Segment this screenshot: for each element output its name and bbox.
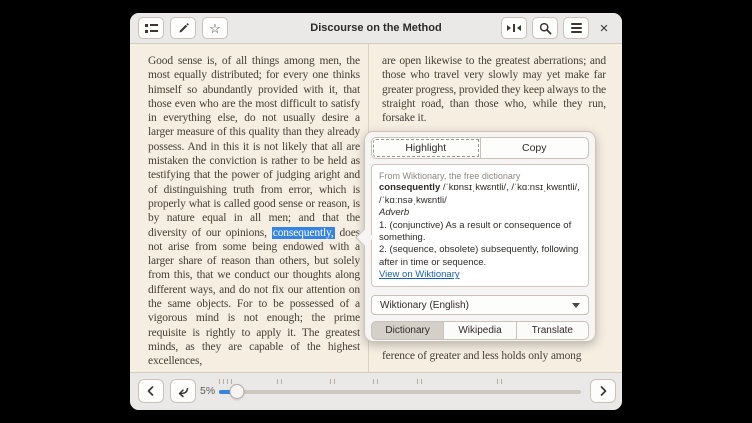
selected-word[interactable]: consequently, — [272, 227, 335, 239]
tab-wikipedia[interactable]: Wikipedia — [443, 321, 516, 340]
slider-tick — [373, 379, 374, 384]
tab-dictionary[interactable]: Dictionary — [371, 321, 444, 340]
dictionary-source-dropdown[interactable]: Wiktionary (English) — [371, 295, 589, 315]
book-text-after-selection: does not arise from some being endowed w… — [148, 227, 360, 368]
close-button[interactable]: × — [594, 17, 614, 39]
tab-translate[interactable]: Translate — [516, 321, 589, 340]
chevron-right-icon — [597, 385, 609, 397]
slider-tick — [421, 379, 422, 384]
navigation-bar: 5% — [130, 372, 622, 410]
go-back-button[interactable] — [170, 379, 196, 403]
slider-tick — [377, 379, 378, 384]
slider-tick — [219, 379, 220, 384]
pencil-icon — [177, 22, 190, 35]
book-text-before-selection: Good sense is, of all things among men, … — [148, 55, 360, 239]
slider-tick — [417, 379, 418, 384]
slider-ticks — [219, 379, 581, 385]
annotations-button[interactable] — [170, 17, 196, 39]
star-icon: ☆ — [209, 22, 221, 35]
screen: ☆ Discourse on the Method — [0, 0, 752, 423]
definition-2: 2. (sequence, obsolete) subsequently, fo… — [379, 244, 581, 269]
hamburger-menu-icon — [571, 23, 582, 33]
navbar-toggle-button[interactable] — [501, 17, 527, 39]
slider-tick — [231, 379, 232, 384]
dictionary-word: consequently — [379, 182, 440, 193]
bookmark-button[interactable]: ☆ — [202, 17, 228, 39]
copy-button[interactable]: Copy — [480, 137, 590, 159]
header-bar: ☆ Discourse on the Method — [130, 13, 622, 44]
location-slider[interactable] — [219, 373, 581, 410]
slider-tick — [281, 379, 282, 384]
selection-popover: Highlight Copy From Wiktionary, the free… — [364, 131, 596, 342]
slider-tick — [277, 379, 278, 384]
slider-track[interactable] — [219, 390, 581, 394]
book-partial-line: ference of greater and less holds only a… — [382, 349, 606, 363]
view-on-wiktionary-link[interactable]: View on Wiktionary — [379, 269, 460, 280]
lookup-mode-tabs: Dictionary Wikipedia Translate — [371, 321, 589, 340]
close-icon: × — [600, 21, 609, 36]
slider-tick — [223, 379, 224, 384]
definition-1: 1. (conjunctive) As a result or conseque… — [379, 220, 581, 245]
slider-tick — [497, 379, 498, 384]
previous-page-button[interactable] — [138, 379, 164, 403]
search-icon — [539, 22, 552, 35]
next-page-button[interactable] — [590, 379, 616, 403]
chevron-left-icon — [145, 385, 157, 397]
dictionary-result: From Wiktionary, the free dictionary con… — [371, 164, 589, 287]
book-view: Good sense is, of all things among men, … — [130, 44, 622, 372]
list-icon — [145, 24, 158, 33]
dictionary-headword-line: consequently /ˈkɒnsɪˌkwɛntli/, /ˈkɑːnsɪˌ… — [379, 182, 581, 207]
ebook-reader-window: ☆ Discourse on the Method — [130, 13, 622, 410]
collapse-horizontal-icon — [507, 23, 521, 33]
header-right-group: × — [501, 17, 614, 39]
contents-button[interactable] — [138, 17, 164, 39]
highlight-button[interactable]: Highlight — [371, 137, 481, 159]
slider-tick — [227, 379, 228, 384]
book-column-left: Good sense is, of all things among men, … — [148, 54, 360, 372]
slider-tick — [334, 379, 335, 384]
dictionary-source-line: From Wiktionary, the free dictionary — [379, 170, 581, 182]
slider-tick — [501, 379, 502, 384]
dropdown-selected-value: Wiktionary (English) — [380, 300, 469, 311]
search-button[interactable] — [532, 17, 558, 39]
back-arrow-icon — [176, 384, 190, 398]
slider-handle[interactable] — [230, 384, 245, 399]
selection-actions: Highlight Copy — [371, 137, 589, 159]
chevron-down-icon — [572, 303, 580, 308]
header-left-group: ☆ — [138, 17, 228, 39]
slider-tick — [330, 379, 331, 384]
menu-button[interactable] — [563, 17, 589, 39]
part-of-speech: Adverb — [379, 207, 581, 219]
progress-percentage: 5% — [200, 385, 215, 397]
